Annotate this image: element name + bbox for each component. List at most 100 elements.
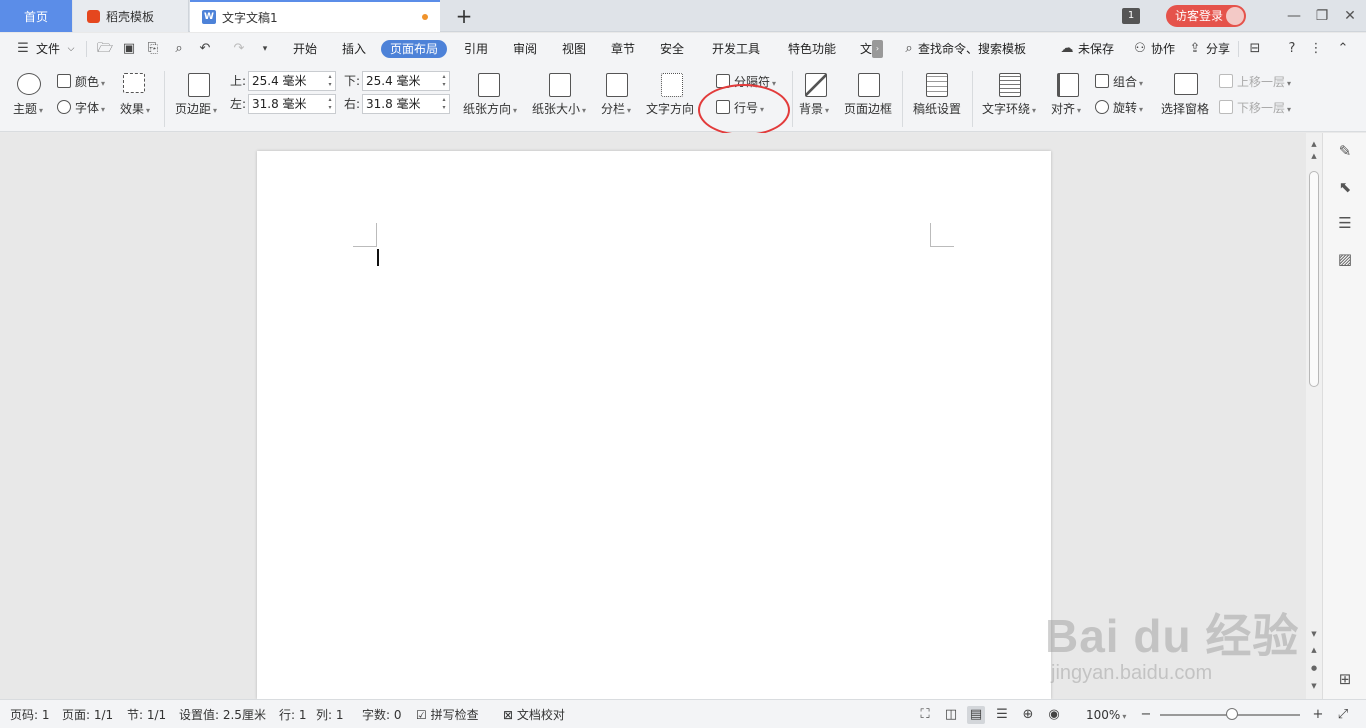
- outline-view-icon[interactable]: ☰: [993, 706, 1011, 724]
- text-wrap-icon[interactable]: [999, 73, 1021, 97]
- columns-icon[interactable]: [606, 73, 628, 97]
- page-view-icon[interactable]: ▤: [967, 706, 985, 724]
- align-button[interactable]: 对齐 ▾: [1051, 101, 1081, 119]
- scroll-thumb[interactable]: [1309, 171, 1319, 387]
- window-count-badge[interactable]: 1: [1122, 8, 1140, 24]
- status-column[interactable]: 列: 1: [316, 707, 344, 723]
- redo-icon[interactable]: ↷: [230, 40, 248, 58]
- margin-left-input[interactable]: 31.8 毫米 ▴ ▾: [248, 94, 336, 114]
- print-preview-icon[interactable]: ⌕: [170, 40, 188, 58]
- toolbar-toggle-icon[interactable]: ⊟: [1246, 40, 1264, 58]
- effects-icon[interactable]: [123, 73, 145, 93]
- minimize-button[interactable]: —: [1282, 4, 1306, 28]
- menu-special[interactable]: 特色功能: [788, 40, 836, 58]
- theme-palette-icon[interactable]: [17, 73, 41, 95]
- reading-view-icon[interactable]: ◫: [942, 706, 960, 724]
- proofread-button[interactable]: ⊠ 文档校对: [503, 707, 565, 723]
- select-browse-icon[interactable]: ●: [1306, 663, 1322, 673]
- web-view-icon[interactable]: ⊕: [1019, 706, 1037, 724]
- page-border-button[interactable]: 页面边框: [844, 101, 892, 117]
- paper-size-icon[interactable]: [549, 73, 571, 97]
- menu-start[interactable]: 开始: [293, 40, 317, 58]
- spell-check-button[interactable]: ☑ 拼写检查: [416, 707, 479, 723]
- collaborate-button[interactable]: 协作: [1151, 40, 1175, 58]
- settings-sliders-icon[interactable]: ☰: [1335, 213, 1355, 233]
- spinner-icon[interactable]: ▴ ▾: [326, 96, 334, 112]
- save-icon[interactable]: ▣: [120, 40, 138, 58]
- menu-security[interactable]: 安全: [660, 40, 684, 58]
- tab-document[interactable]: W 文字文稿1: [190, 0, 440, 32]
- scroll-down-icon[interactable]: ▼: [1306, 629, 1322, 639]
- status-section[interactable]: 节: 1/1: [127, 707, 166, 723]
- orientation-icon[interactable]: [478, 73, 500, 97]
- rotate-button[interactable]: 旋转 ▾: [1095, 100, 1143, 118]
- selection-pane-button[interactable]: 选择窗格: [1161, 101, 1209, 117]
- hamburger-icon[interactable]: ☰: [14, 40, 32, 58]
- text-direction-button[interactable]: 文字方向: [646, 101, 694, 117]
- text-wrap-button[interactable]: 文字环绕 ▾: [982, 101, 1036, 119]
- login-button[interactable]: 访客登录: [1166, 5, 1246, 27]
- text-direction-icon[interactable]: [661, 73, 683, 97]
- command-search[interactable]: 查找命令、搜索模板: [918, 40, 1026, 58]
- fit-window-icon[interactable]: ⤢: [1334, 706, 1352, 724]
- quick-access-dropdown-icon[interactable]: ▾: [256, 40, 274, 58]
- unsaved-status[interactable]: 未保存: [1078, 40, 1114, 58]
- background-button[interactable]: 背景 ▾: [799, 101, 829, 119]
- bring-forward-button[interactable]: 上移一层 ▾: [1219, 74, 1291, 92]
- font-button[interactable]: 字体 ▾: [57, 100, 105, 118]
- status-pages[interactable]: 页面: 1/1: [62, 707, 113, 723]
- prev-page-icon[interactable]: ▲: [1306, 645, 1322, 655]
- share-button[interactable]: 分享: [1206, 40, 1230, 58]
- menu-scroll-right-icon[interactable]: ›: [872, 40, 883, 58]
- margins-icon[interactable]: [188, 73, 210, 97]
- fullscreen-icon[interactable]: ⛶: [916, 706, 934, 724]
- menu-insert[interactable]: 插入: [342, 40, 366, 58]
- align-icon[interactable]: [1057, 73, 1079, 97]
- undo-icon[interactable]: ↶: [196, 40, 214, 58]
- margin-bottom-input[interactable]: 25.4 毫米 ▴ ▾: [362, 71, 450, 91]
- zoom-slider-handle[interactable]: [1226, 708, 1238, 720]
- tab-home[interactable]: 首页: [0, 0, 72, 32]
- new-tab-button[interactable]: +: [452, 3, 476, 29]
- menu-developer[interactable]: 开发工具: [712, 40, 760, 58]
- send-backward-button[interactable]: 下移一层 ▾: [1219, 100, 1291, 118]
- open-folder-icon[interactable]: 🗁: [96, 40, 114, 58]
- menu-references[interactable]: 引用: [464, 40, 488, 58]
- menu-page-layout[interactable]: 页面布局: [381, 40, 448, 58]
- margins-button[interactable]: 页边距 ▾: [175, 101, 217, 119]
- orientation-button[interactable]: 纸张方向 ▾: [463, 101, 517, 119]
- manuscript-icon[interactable]: [926, 73, 948, 97]
- color-button[interactable]: 颜色 ▾: [57, 74, 105, 92]
- tab-template[interactable]: 稻壳模板: [73, 0, 189, 32]
- background-icon[interactable]: [805, 73, 827, 97]
- menu-view[interactable]: 视图: [562, 40, 586, 58]
- document-page[interactable]: [257, 151, 1051, 699]
- status-word-count[interactable]: 字数: 0: [362, 707, 402, 723]
- scroll-up-page-icon[interactable]: ▲: [1306, 151, 1322, 161]
- close-button[interactable]: ✕: [1338, 4, 1362, 28]
- status-setting[interactable]: 设置值: 2.5厘米: [179, 707, 266, 723]
- help-icon[interactable]: ?: [1283, 40, 1301, 58]
- menu-review[interactable]: 审阅: [513, 40, 537, 58]
- eye-protection-icon[interactable]: ◉: [1045, 706, 1063, 724]
- theme-button[interactable]: 主题 ▾: [13, 101, 43, 119]
- zoom-in-icon[interactable]: +: [1309, 706, 1327, 724]
- pen-icon[interactable]: ✎: [1335, 141, 1355, 161]
- columns-button[interactable]: 分栏 ▾: [601, 101, 631, 119]
- vertical-scrollbar[interactable]: ▲ ▲ ▼ ▲ ● ▼: [1306, 133, 1322, 699]
- menu-more-truncated[interactable]: 文: [860, 40, 872, 58]
- menu-file[interactable]: 文件: [36, 40, 60, 58]
- select-cursor-icon[interactable]: ⬉: [1335, 177, 1355, 197]
- margin-right-input[interactable]: 31.8 毫米 ▴ ▾: [362, 94, 450, 114]
- image-gallery-icon[interactable]: ▨: [1335, 249, 1355, 269]
- status-page[interactable]: 页码: 1: [10, 707, 50, 723]
- restore-button[interactable]: ❐: [1310, 4, 1334, 28]
- effects-button[interactable]: 效果 ▾: [120, 101, 150, 119]
- manuscript-button[interactable]: 稿纸设置: [913, 101, 961, 117]
- zoom-out-icon[interactable]: −: [1137, 706, 1155, 724]
- spinner-icon[interactable]: ▴ ▾: [440, 96, 448, 112]
- group-button[interactable]: 组合 ▾: [1095, 74, 1143, 92]
- page-border-icon[interactable]: [858, 73, 880, 97]
- spinner-icon[interactable]: ▴ ▾: [440, 73, 448, 89]
- apps-grid-icon[interactable]: ⊞: [1335, 669, 1355, 689]
